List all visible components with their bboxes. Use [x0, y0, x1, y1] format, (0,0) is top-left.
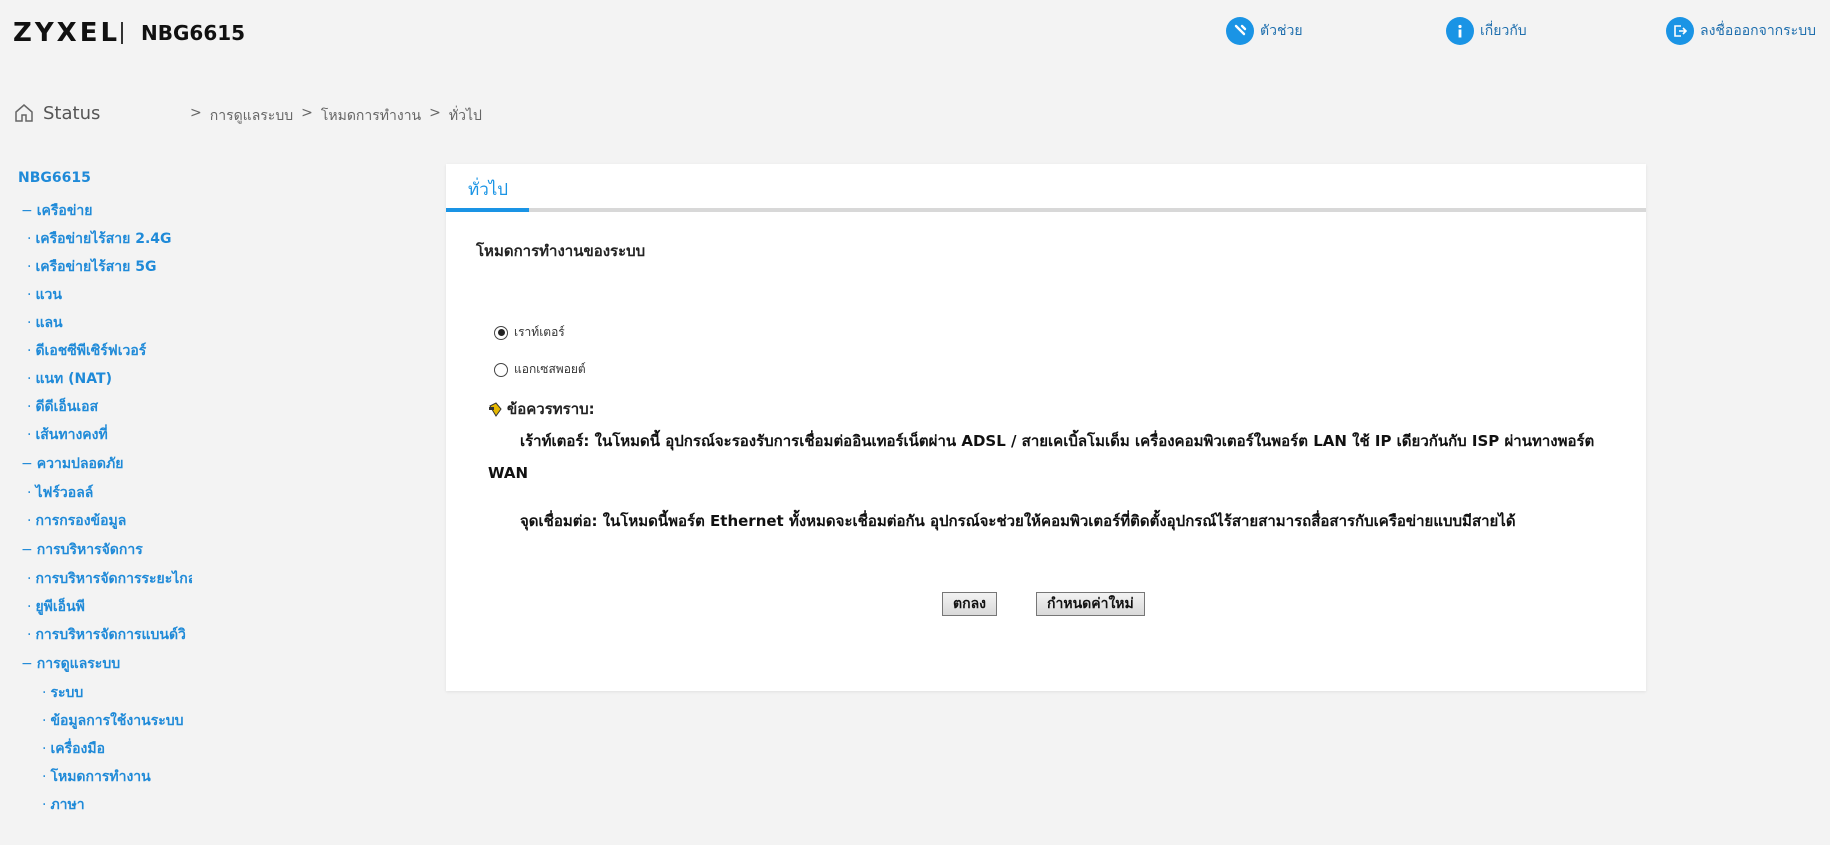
- sidebar-group-network[interactable]: − เครือข่าย: [21, 200, 92, 222]
- info-icon: [1446, 17, 1474, 45]
- note-icon: [489, 401, 502, 417]
- home-icon: [15, 104, 33, 122]
- help-link[interactable]: ตัวช่วย: [1226, 17, 1303, 45]
- sidebar-item-wireless-24g[interactable]: · เครือข่ายไร้สาย 2.4G: [27, 228, 172, 250]
- note-title: ข้อควรทราบ:: [507, 400, 595, 418]
- breadcrumb-item[interactable]: การดูแลระบบ: [210, 105, 293, 127]
- logout-label: ลงชื่อออกจากระบบ: [1700, 23, 1816, 39]
- note-ap-text: จุดเชื่อมต่อ: ในโหมดนี้พอร์ต Ethernet ทั…: [520, 512, 1516, 530]
- sidebar-item-system[interactable]: · ระบบ: [42, 682, 83, 704]
- status-link[interactable]: Status: [13, 102, 100, 124]
- sidebar-item-content-filter[interactable]: · การกรองข้อมูล: [27, 510, 126, 532]
- sidebar-item-tools[interactable]: · เครื่องมือ: [42, 738, 105, 760]
- radio-router[interactable]: เราท์เตอร์: [494, 323, 565, 342]
- radio-button[interactable]: [494, 362, 508, 377]
- top-header: ZYXEL NBG6615 ตัวช่วย เกี่ยวกับ ลงชื่อออ…: [0, 0, 1830, 68]
- sidebar-item-nat[interactable]: · แนท (NAT): [27, 368, 112, 390]
- radio-label: แอกเซสพอยต์: [514, 362, 586, 376]
- sidebar-item-upnp[interactable]: · ยูพีเอ็นพี: [27, 596, 85, 618]
- tab-general[interactable]: ทั่วไป: [446, 164, 529, 212]
- about-label: เกี่ยวกับ: [1480, 23, 1527, 39]
- radio-button[interactable]: [494, 325, 508, 340]
- note-heading: ข้อควรทราบ:: [488, 397, 595, 421]
- sidebar-item-wan[interactable]: · แวน: [27, 284, 62, 306]
- sidebar-item-system-log[interactable]: · ข้อมูลการใช้งานระบบ: [42, 710, 184, 732]
- radio-access-point[interactable]: แอกเซสพอยต์: [494, 360, 586, 379]
- note-router-text: เร้าท์เตอร์: ในโหมดนี้ อุปกรณ์จะรองรับกา…: [488, 432, 1595, 482]
- sidebar-item-wireless-5g[interactable]: · เครือข่ายไร้สาย 5G: [27, 256, 156, 278]
- help-label: ตัวช่วย: [1260, 23, 1303, 39]
- breadcrumb-item[interactable]: โหมดการทำงาน: [321, 105, 421, 127]
- sidebar-item-bandwidth-mgmt[interactable]: · การบริหารจัดการแบนด์วิ: [27, 624, 186, 646]
- radio-label: เราท์เตอร์: [514, 325, 565, 339]
- sidebar-group-maintenance[interactable]: − การดูแลระบบ: [21, 653, 120, 675]
- breadcrumb-separator: >: [429, 105, 441, 121]
- sidebar-item-dhcp[interactable]: · ดีเอชซีพีเซิร์ฟเวอร์: [27, 340, 146, 362]
- wrench-icon: [1226, 17, 1254, 45]
- content-panel: ทั่วไป โหมดการทำงานของระบบ เราท์เตอร์ แอ…: [446, 164, 1646, 691]
- zyxel-logo: ZYXEL: [13, 18, 121, 48]
- breadcrumb: > การดูแลระบบ > โหมดการทำงาน > ทั่วไป: [190, 105, 482, 127]
- breadcrumb-separator: >: [190, 105, 202, 121]
- logout-icon: [1666, 17, 1694, 45]
- sidebar-group-security[interactable]: − ความปลอดภัย: [21, 453, 123, 475]
- sidebar-item-firewall[interactable]: · ไฟร์วอลล์: [27, 482, 93, 504]
- sidebar-item-ddns[interactable]: · ดีดีเอ็นเอส: [27, 396, 98, 418]
- about-link[interactable]: เกี่ยวกับ: [1446, 17, 1527, 45]
- logout-link[interactable]: ลงชื่อออกจากระบบ: [1666, 17, 1816, 45]
- breadcrumb-separator: >: [301, 105, 313, 121]
- model-name: NBG6615: [141, 21, 246, 45]
- breadcrumb-item: ทั่วไป: [448, 108, 482, 124]
- sidebar-item-sys-op-mode[interactable]: · โหมดการทำงาน: [42, 766, 151, 788]
- apply-button[interactable]: ตกลง: [942, 592, 997, 616]
- logo-divider: [121, 22, 123, 44]
- sidebar-item-static-route[interactable]: · เส้นทางคงที่: [27, 424, 108, 446]
- sidebar-nav: NBG6615 − เครือข่าย · เครือข่ายไร้สาย 2.4G…: [0, 168, 192, 828]
- status-label: Status: [43, 102, 101, 124]
- sidebar-group-management[interactable]: − การบริหารจัดการ: [21, 539, 143, 561]
- section-title: โหมดการทำงานของระบบ: [476, 242, 646, 260]
- sidebar-item-lan[interactable]: · แลน: [27, 312, 63, 334]
- sidebar-root[interactable]: NBG6615: [18, 170, 91, 186]
- tab-bar: ทั่วไป: [446, 164, 1646, 212]
- sidebar-item-language[interactable]: · ภาษา: [42, 794, 85, 816]
- sidebar-item-remote-mgmt[interactable]: · การบริหารจัดการระยะไกล: [27, 568, 192, 590]
- reset-button[interactable]: กำหนดค่าใหม่: [1036, 592, 1145, 616]
